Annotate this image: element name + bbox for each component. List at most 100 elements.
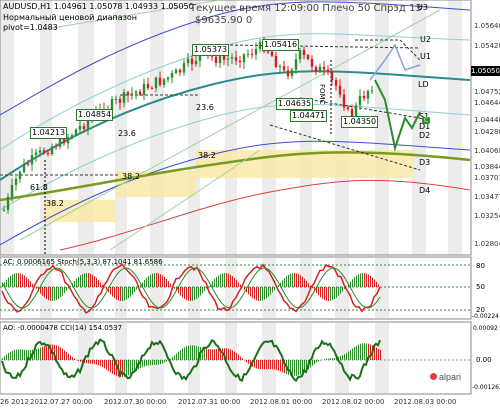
ao-bar	[108, 360, 109, 372]
ao-bar	[328, 358, 329, 360]
candle-body	[158, 77, 162, 85]
ac-bar	[30, 281, 31, 287]
ao-bar	[260, 360, 261, 370]
ac-bar	[188, 287, 189, 301]
cci-scale-min: -0.001263	[472, 384, 500, 391]
ac-bar	[42, 287, 43, 296]
ac-bar	[80, 275, 81, 287]
ac-bar	[110, 287, 111, 295]
ao-bar	[214, 349, 215, 360]
ac-bar	[60, 287, 61, 298]
ac-bar	[182, 287, 183, 298]
candle-body	[306, 55, 310, 59]
candle-body	[326, 69, 330, 73]
ac-bar	[94, 276, 95, 287]
ac-bar	[120, 287, 121, 301]
ao-bar	[160, 360, 161, 365]
candle-body	[2, 209, 6, 211]
ao-bar	[362, 343, 363, 360]
ac-bar	[278, 285, 279, 287]
ao-bar	[352, 348, 353, 360]
ac-bar	[56, 287, 57, 301]
ac-bar	[360, 273, 361, 287]
ac-bar	[208, 286, 209, 287]
ac-bar	[22, 274, 23, 287]
candle-body	[42, 150, 46, 153]
ao-bar	[364, 343, 365, 360]
ac-bar	[46, 287, 47, 300]
ac-bar	[332, 287, 333, 301]
ac-bar	[290, 273, 291, 287]
alpari-icon	[430, 373, 437, 380]
ao-bar	[42, 346, 43, 360]
symbol-line: AUDUSD,H1 1.04961 1.05078 1.04933 1.0505…	[3, 2, 194, 11]
ao-bar	[4, 356, 5, 360]
level-d2: D2	[419, 131, 431, 140]
range-subtitle: Нормальный ценовой диапазон	[3, 13, 138, 22]
ac-bar	[262, 287, 263, 301]
ac-bar	[240, 284, 241, 287]
ac-bar	[70, 285, 71, 287]
ao-bar	[196, 345, 197, 360]
ao-bar	[192, 345, 193, 360]
ao-bar	[24, 349, 25, 360]
candle-body	[250, 54, 254, 56]
ac-bar	[236, 279, 237, 287]
ao-bar	[74, 358, 75, 360]
ac-bar	[146, 277, 147, 287]
ac-bar	[230, 274, 231, 287]
ac-bar	[174, 287, 175, 289]
ao-bar	[72, 357, 73, 360]
ac-bar	[238, 282, 239, 287]
ao-bar	[20, 349, 21, 360]
ao-bar	[144, 360, 145, 367]
candle-body	[194, 60, 198, 65]
ac-bar	[154, 273, 155, 287]
ao-bar	[258, 360, 259, 369]
ac-bar	[370, 275, 371, 287]
ao-bar	[78, 360, 79, 361]
stoch-scale-80: 80	[476, 262, 485, 270]
price-label-4: 1.05416	[262, 39, 300, 51]
ac-bar	[18, 273, 19, 287]
ac-bar	[260, 287, 261, 301]
ao-bar	[256, 360, 257, 369]
ao-bar	[86, 360, 87, 364]
fib-label-382a: 38.2	[122, 172, 140, 181]
ao-bar	[36, 348, 37, 360]
candle-body	[362, 95, 366, 99]
fib-label-382b: 38.2	[198, 151, 216, 160]
ao-bar	[18, 349, 19, 360]
ao-bar	[356, 345, 357, 360]
candle-body	[234, 57, 238, 61]
ac-bar	[14, 273, 15, 287]
ao-bar	[90, 360, 91, 364]
candle-body	[286, 70, 290, 76]
ac-bar	[134, 287, 135, 293]
ac-bar	[226, 273, 227, 287]
ao-bar	[318, 360, 319, 362]
ac-bar	[202, 287, 203, 294]
ac-bar	[198, 287, 199, 298]
ao-bar	[334, 357, 335, 360]
fib-label-left-618: 61.8	[30, 183, 48, 192]
ac-bar	[336, 287, 337, 298]
candle-body	[366, 91, 370, 99]
ac-bar	[76, 278, 77, 287]
ao-bar	[96, 360, 97, 365]
ao-bar	[288, 360, 289, 375]
candle-body	[302, 50, 306, 56]
ao-bar	[234, 351, 235, 360]
ao-bar	[44, 346, 45, 360]
ao-bar	[194, 345, 195, 360]
ac-bar	[234, 277, 235, 287]
ac-bar	[346, 286, 347, 287]
ao-bar	[232, 350, 233, 360]
price-label-2: 1.04854	[76, 109, 114, 121]
ac-bar	[256, 287, 257, 301]
ac-bar	[194, 287, 195, 301]
ao-bar	[16, 349, 17, 360]
candle-body	[242, 54, 246, 63]
ac-bar	[248, 287, 249, 295]
candle-body	[18, 171, 22, 179]
